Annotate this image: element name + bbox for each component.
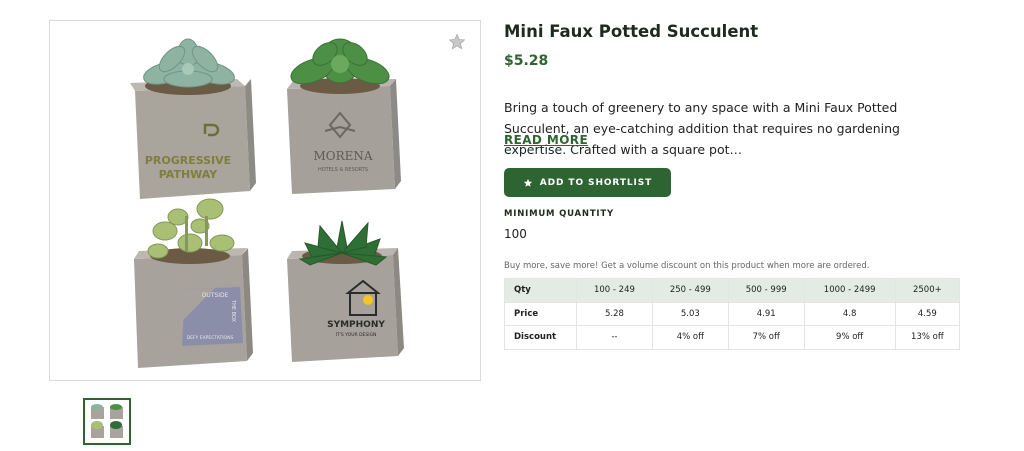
discount-row: Discount -- 4% off 7% off 9% off 13% off	[504, 325, 961, 350]
price-cell: 4.91	[727, 301, 805, 326]
svg-text:HOTELS & RESORTS: HOTELS & RESORTS	[318, 167, 368, 173]
read-more-link[interactable]: READ MORE	[504, 133, 588, 147]
header-cell: 1000 - 2499	[803, 278, 896, 303]
svg-text:OUTSIDE: OUTSIDE	[202, 292, 229, 299]
discount-cell: 7% off	[727, 325, 805, 350]
price-cell: 5.03	[651, 301, 729, 326]
price-cell: 4.59	[894, 301, 961, 326]
svg-text:IT'S YOUR DESIGN: IT'S YOUR DESIGN	[336, 332, 377, 338]
svg-text:THE BOX: THE BOX	[230, 299, 236, 323]
header-cell: 250 - 499	[651, 278, 729, 303]
product-price: $5.28	[504, 53, 549, 69]
svg-text:MORENA: MORENA	[313, 149, 372, 163]
volume-pricing-table: Qty 100 - 249 250 - 499 500 - 999 1000 -…	[504, 278, 961, 350]
row-label: Price	[504, 301, 577, 326]
pot-morena: MORENA HOTELS & RESORTS	[287, 38, 401, 194]
product-info-panel: Mini Faux Potted Succulent $5.28 Bring a…	[504, 20, 964, 350]
price-cell: 5.28	[576, 301, 653, 326]
minimum-quantity-label: MINIMUM QUANTITY	[504, 209, 614, 219]
succulent-pots-illustration: PROGRESSIVE PATHWAY MORENA HOTELS & RESO…	[130, 38, 404, 368]
star-icon	[523, 178, 532, 187]
product-main-image[interactable]: PROGRESSIVE PATHWAY MORENA HOTELS & RESO…	[49, 20, 481, 381]
pot-progressive-pathway: PROGRESSIVE PATHWAY	[130, 38, 256, 199]
svg-text:DEFY EXPECTATIONS: DEFY EXPECTATIONS	[187, 335, 234, 341]
pot-symphony: SYMPHONY IT'S YOUR DESIGN	[287, 220, 404, 362]
price-cell: 4.8	[803, 301, 896, 326]
header-cell: 500 - 999	[727, 278, 805, 303]
header-cell: Qty	[504, 278, 577, 303]
svg-text:PROGRESSIVE: PROGRESSIVE	[145, 154, 231, 167]
minimum-quantity-value: 100	[504, 227, 527, 241]
gallery-thumbnail-selected[interactable]	[83, 398, 131, 445]
discount-cell: --	[576, 325, 653, 350]
price-row: Price 5.28 5.03 4.91 4.8 4.59	[504, 301, 961, 326]
add-to-shortlist-button[interactable]: ADD TO SHORTLIST	[504, 168, 671, 197]
thumbnail-image	[91, 404, 123, 438]
row-label: Discount	[504, 325, 577, 350]
favorite-star-icon[interactable]	[448, 33, 466, 51]
add-to-shortlist-label: ADD TO SHORTLIST	[539, 177, 653, 188]
pricing-header-row: Qty 100 - 249 250 - 499 500 - 999 1000 -…	[504, 278, 961, 303]
product-title: Mini Faux Potted Succulent	[504, 22, 759, 41]
svg-text:SYMPHONY: SYMPHONY	[327, 320, 385, 330]
discount-cell: 13% off	[894, 325, 961, 350]
discount-cell: 9% off	[803, 325, 896, 350]
pot-outside-the-box: OUTSIDE THE BOX DEFY EXPECTATIONS	[134, 198, 253, 368]
volume-discount-note: Buy more, save more! Get a volume discou…	[504, 261, 870, 271]
product-description: Bring a touch of greenery to any space w…	[504, 100, 900, 157]
header-cell: 100 - 249	[576, 278, 653, 303]
discount-cell: 4% off	[651, 325, 729, 350]
svg-text:PATHWAY: PATHWAY	[159, 168, 219, 181]
header-cell: 2500+	[894, 278, 961, 303]
